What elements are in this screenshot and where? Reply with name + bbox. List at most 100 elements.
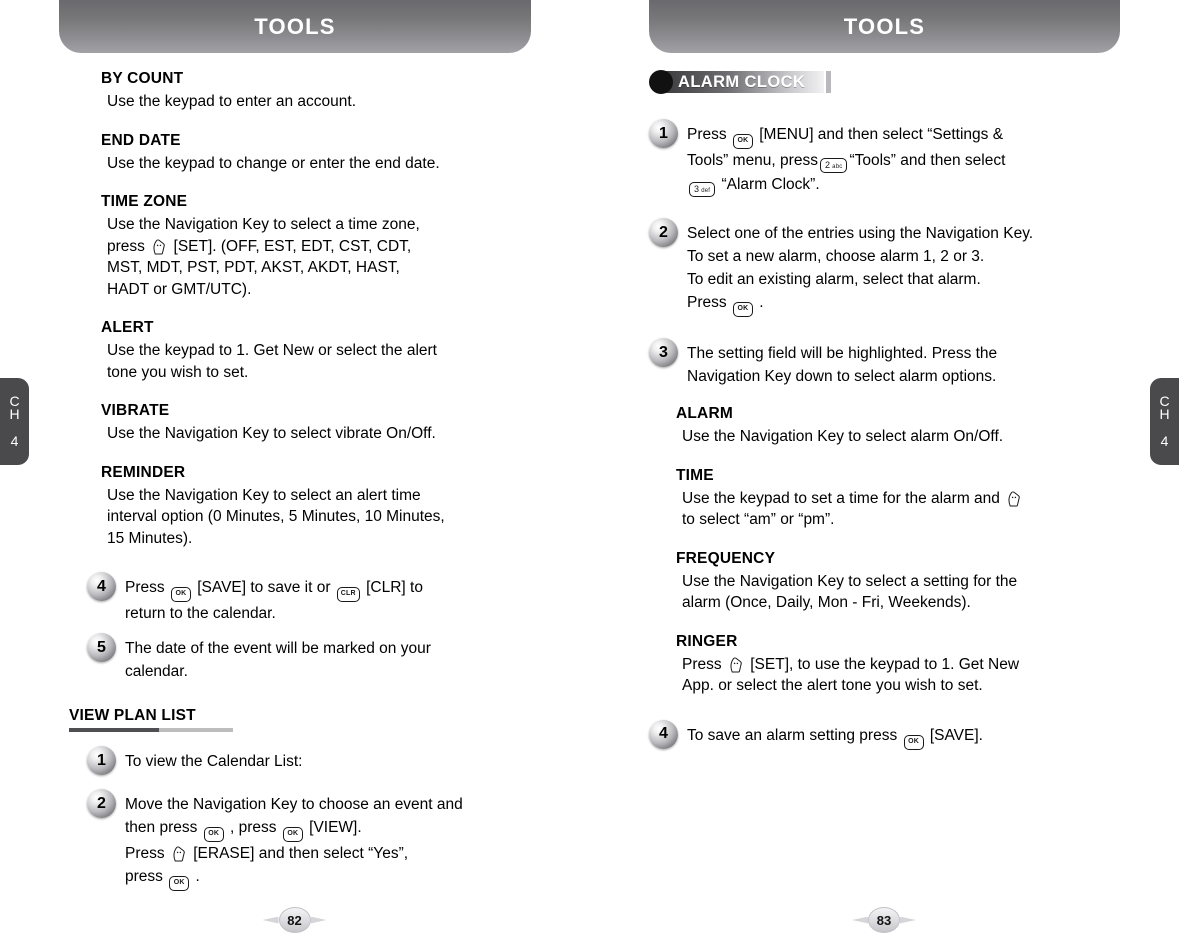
chapter-tab-number: 4	[1160, 432, 1169, 449]
section-body-pre: Use the keypad to set a time for the ala…	[682, 489, 1005, 507]
chapter-tab-right: C H 4	[1150, 378, 1179, 465]
key-ok-icon: OK	[903, 734, 924, 750]
step-number-badge: 1	[87, 746, 116, 775]
step-number: 5	[97, 638, 106, 656]
chapter-band-alarm-clock: ALARM CLOCK	[649, 70, 1134, 94]
page-number-left: 82	[0, 907, 589, 933]
section-body-pre: Press	[682, 655, 726, 673]
step-number: 1	[97, 751, 106, 769]
page-left: TOOLS BY COUNT Use the keypad to enter a…	[0, 0, 589, 935]
softkey-set-icon	[152, 239, 166, 255]
section-body: Use the keypad to 1. Get New or select t…	[107, 342, 437, 381]
softkey-erase-icon	[172, 846, 186, 862]
step-text: To save an alarm setting press OK [SAVE]…	[687, 723, 983, 750]
section-title: REMINDER	[101, 463, 186, 481]
section-body: Use the keypad to enter an account.	[107, 93, 357, 110]
banner-title: TOOLS	[843, 13, 926, 39]
step-text: Press OK [SAVE] to save it or CLR [CLR] …	[125, 575, 423, 625]
step-number: 3	[659, 343, 668, 361]
page-number-right: 83	[589, 907, 1179, 933]
section-body: Use the keypad to set a time for the ala…	[676, 488, 1134, 531]
step-text-part: .	[754, 294, 764, 311]
step-number-badge: 4	[87, 572, 116, 601]
section-title: TIME	[676, 466, 714, 484]
step-number-badge: 2	[649, 218, 678, 247]
chapter-tab-number: 4	[10, 432, 19, 449]
key-ok-icon: OK	[170, 587, 191, 602]
band-bar: ALARM CLOCK	[664, 71, 824, 93]
step-number-badge: 3	[649, 338, 678, 367]
chapter-tab-ch-label: C H	[9, 392, 20, 422]
step-text-part: Press	[125, 579, 169, 596]
section-alert: ALERT Use the keypad to 1. Get New or se…	[101, 319, 549, 383]
section-body-post: to select “am” or “pm”.	[682, 511, 835, 528]
section-time-zone: TIME ZONE Use the Navigation Key to sele…	[101, 193, 549, 300]
section-body: Use the Navigation Key to select alarm O…	[682, 428, 1004, 445]
band-label: ALARM CLOCK	[678, 72, 806, 91]
section-body: Use the keypad to change or enter the en…	[107, 154, 440, 172]
step-text: The date of the event will be marked on …	[125, 640, 431, 680]
section-body: Use the Navigation Key to select an aler…	[107, 486, 445, 547]
section-title: ALERT	[101, 319, 154, 336]
step-text-part: [SAVE] to save it or	[192, 579, 335, 596]
section-frequency: FREQUENCY Use the Navigation Key to sele…	[676, 550, 1134, 614]
step-text: Press OK [MENU] and then select “Setting…	[687, 122, 1005, 197]
section-by-count: BY COUNT Use the keypad to enter an acco…	[101, 70, 549, 113]
key-ok-icon: OK	[169, 876, 190, 891]
key-clr-icon: CLR	[336, 587, 360, 602]
right-content: ALARM CLOCK 1 Press OK [MENU] and then s…	[649, 70, 1134, 750]
step-number: 4	[97, 577, 106, 595]
page-number-wing-left	[852, 916, 868, 924]
key-ok-icon: OK	[282, 827, 303, 842]
step-number: 1	[659, 124, 668, 142]
section-alarm: ALARM Use the Navigation Key to select a…	[676, 405, 1134, 448]
group-title: VIEW PLAN LIST	[69, 707, 196, 724]
step-text-part: Select one of the entries using the Navi…	[687, 225, 1034, 311]
page-right: TOOLS ALARM CLOCK 1 Press OK [MENU] and …	[589, 0, 1179, 935]
page-number-wing-left	[262, 916, 279, 924]
band-cap	[826, 71, 831, 93]
step-text-part: , press	[225, 819, 281, 836]
step-3-setting-field: 3 The setting field will be highlighted.…	[649, 338, 1134, 388]
key-2abc-icon: 2 abc	[819, 158, 848, 173]
left-content: BY COUNT Use the keypad to enter an acco…	[69, 70, 549, 891]
step-number-badge: 2	[87, 789, 116, 818]
step-5-marked: 5 The date of the event will be marked o…	[87, 633, 549, 683]
bullet-dot-icon	[649, 70, 673, 94]
page-number-value: 82	[278, 907, 311, 933]
key-ok-icon: OK	[732, 302, 753, 317]
step-text-part: .	[191, 868, 200, 885]
page-number-wing-right	[310, 916, 327, 924]
section-vibrate: VIBRATE Use the Navigation Key to select…	[101, 402, 549, 445]
section-title: ALARM	[676, 405, 733, 422]
group-view-plan-list: VIEW PLAN LIST	[69, 707, 549, 732]
section-body: Use the Navigation Key to select a time …	[101, 214, 549, 300]
step-number: 2	[659, 223, 668, 241]
key-ok-icon: OK	[732, 134, 753, 149]
step-text: To view the Calendar List:	[125, 753, 303, 770]
step-number-badge: 4	[649, 719, 678, 749]
key-ok-icon: OK	[203, 827, 224, 842]
section-title: FREQUENCY	[676, 549, 776, 567]
step-text: The setting field will be highlighted. P…	[687, 345, 998, 385]
section-title: TIME ZONE	[101, 193, 188, 210]
step-text-part: [SAVE].	[925, 726, 983, 744]
page-banner-right: TOOLS	[649, 0, 1120, 53]
page-number-wing-right	[900, 916, 916, 924]
section-title: VIBRATE	[101, 402, 170, 419]
step-text-part: To save an alarm setting press	[687, 726, 902, 744]
section-title: END DATE	[101, 131, 181, 149]
section-ringer: RINGER Press [SET], to use the keypad to…	[676, 633, 1134, 697]
step-1-view-list: 1 To view the Calendar List:	[87, 746, 549, 775]
step-number: 2	[97, 794, 106, 812]
step-2-choose-event: 2 Move the Navigation Key to choose an e…	[87, 789, 549, 891]
key-3def-icon: 3 def	[689, 182, 716, 197]
section-reminder: REMINDER Use the Navigation Key to selec…	[101, 464, 549, 550]
chapter-tab-left: C H 4	[0, 378, 29, 465]
section-time: TIME Use the keypad to set a time for th…	[676, 467, 1134, 531]
chapter-tab-ch-label: C H	[1159, 392, 1170, 422]
banner-title: TOOLS	[254, 13, 336, 39]
step-text-part: Press	[687, 126, 731, 143]
step-text-part: “Tools” and then select	[849, 152, 1006, 169]
step-text-part: “Alarm Clock”.	[717, 176, 820, 193]
